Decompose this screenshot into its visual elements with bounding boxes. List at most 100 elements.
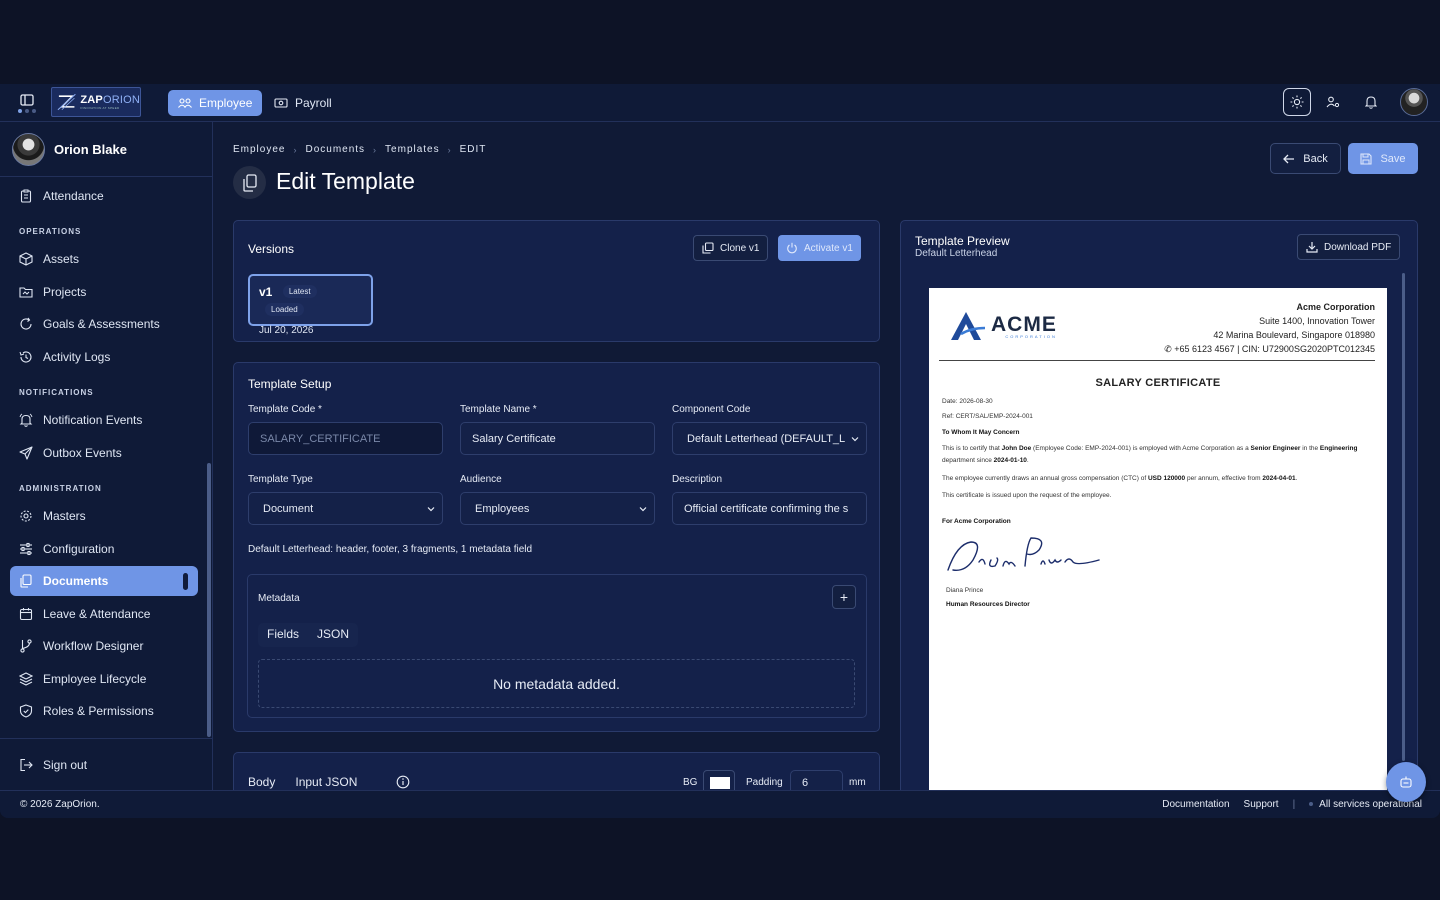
- download-icon: [1306, 242, 1318, 253]
- chat-assistant-button[interactable]: [1386, 762, 1426, 802]
- plus-icon: +: [839, 589, 849, 605]
- user-avatar-button[interactable]: [1400, 88, 1428, 116]
- description-label: Description: [672, 474, 723, 485]
- download-pdf-button[interactable]: Download PDF: [1297, 234, 1401, 260]
- breadcrumb-item[interactable]: Employee: [233, 144, 285, 155]
- clipboard-icon: [20, 189, 32, 203]
- sidebar-scrollbar[interactable]: [207, 463, 211, 737]
- component-code-select[interactable]: Default Letterhead (DEFAULT_L: [672, 422, 867, 455]
- tab-json[interactable]: JSON: [308, 623, 358, 647]
- send-icon: [19, 446, 33, 460]
- acme-logo-text: ACME: [991, 312, 1057, 336]
- sidebar-item-masters[interactable]: Masters: [10, 501, 198, 531]
- bg-color-picker[interactable]: [703, 770, 735, 790]
- audience-value: Employees: [475, 502, 530, 515]
- template-type-select[interactable]: Document: [248, 492, 443, 525]
- sidebar-item-assets[interactable]: Assets: [10, 244, 198, 274]
- description-field[interactable]: Official certificate confirming the s: [672, 492, 867, 525]
- nav-tab-label: Employee: [199, 96, 253, 110]
- logo-main-text: ZAP: [80, 93, 103, 106]
- top-navbar: ZAPORION INNOVATION AT SPEED Employee Pa…: [0, 84, 1440, 122]
- activate-version-button[interactable]: Activate v1: [778, 235, 861, 261]
- bg-label: BG: [683, 777, 698, 788]
- nav-tab-label: Payroll: [295, 96, 332, 110]
- sidebar-toggle-button[interactable]: [12, 89, 42, 117]
- breadcrumb-item[interactable]: Templates: [385, 144, 440, 155]
- sidebar-profile[interactable]: Orion Blake: [0, 122, 212, 177]
- activate-label: Activate v1: [804, 242, 853, 254]
- tab-body[interactable]: Body: [248, 775, 275, 789]
- zaporion-logo[interactable]: ZAPORION INNOVATION AT SPEED: [51, 87, 141, 117]
- tab-fields[interactable]: Fields: [258, 623, 308, 647]
- certificate-paragraph-1: This is to certify that John Doe (Employ…: [942, 445, 1358, 464]
- sidebar-item-label: Attendance: [43, 189, 104, 203]
- support-link[interactable]: Support: [1244, 799, 1279, 810]
- chevron-right-icon: ›: [373, 144, 378, 155]
- signer-title: Human Resources Director: [946, 601, 1030, 608]
- add-metadata-button[interactable]: +: [832, 585, 856, 609]
- template-name-field[interactable]: Salary Certificate: [460, 422, 655, 455]
- setup-title: Template Setup: [248, 377, 332, 391]
- user-switch-icon: [1326, 96, 1340, 108]
- sidebar-item-outbox-events[interactable]: Outbox Events: [10, 438, 198, 468]
- footer-links: Documentation Support | All services ope…: [1162, 799, 1422, 810]
- nav-tab-payroll[interactable]: Payroll: [264, 90, 342, 116]
- sidebar-item-label: Goals & Assessments: [43, 317, 160, 331]
- version-chip-v1[interactable]: v1 Latest Loaded Jul 20, 2026: [248, 274, 373, 336]
- sidebar-item-workflow-designer[interactable]: Workflow Designer: [10, 631, 198, 661]
- padding-input[interactable]: 6: [790, 770, 843, 790]
- metadata-empty-state: No metadata added.: [258, 659, 855, 708]
- sidebar-item-label: Workflow Designer: [43, 639, 144, 653]
- breadcrumb-item[interactable]: Documents: [305, 144, 365, 155]
- info-icon[interactable]: [396, 775, 410, 789]
- company-address-2: 42 Marina Boulevard, Singapore 018980: [1213, 330, 1375, 340]
- component-code-label: Component Code: [672, 404, 751, 415]
- latest-badge: Latest: [282, 285, 317, 299]
- sidebar-item-roles-permissions[interactable]: Roles & Permissions: [10, 696, 198, 726]
- sidebar-item-label: Masters: [43, 509, 86, 523]
- version-date: Jul 20, 2026: [259, 325, 314, 336]
- user-switch-button[interactable]: [1319, 88, 1347, 116]
- nav-tab-employee[interactable]: Employee: [168, 90, 263, 116]
- clone-label: Clone v1: [720, 242, 760, 254]
- chevron-down-icon: [851, 437, 859, 442]
- sidebar-item-employee-lifecycle[interactable]: Employee Lifecycle: [10, 664, 198, 694]
- tab-input-json[interactable]: Input JSON: [295, 775, 357, 789]
- component-code-value: Default Letterhead (DEFAULT_L: [687, 432, 845, 445]
- audience-select[interactable]: Employees: [460, 492, 655, 525]
- main-content: Employee › Documents › Templates › EDIT Edi…: [213, 122, 1440, 790]
- status-dot-icon: [1309, 802, 1314, 807]
- documentation-link[interactable]: Documentation: [1162, 799, 1229, 810]
- sidebar-item-documents[interactable]: Documents: [10, 566, 198, 596]
- sign-out-button[interactable]: Sign out: [10, 750, 198, 780]
- users-icon: [178, 98, 192, 108]
- page-title-icon: [233, 166, 266, 199]
- sidebar-item-activity-logs[interactable]: Activity Logs: [10, 342, 198, 372]
- back-button[interactable]: Back: [1270, 143, 1341, 174]
- sidebar-item-notification-events[interactable]: Notification Events: [10, 405, 198, 435]
- sidebar-item-attendance[interactable]: Attendance: [10, 181, 198, 211]
- sidebar-item-configuration[interactable]: Configuration: [10, 534, 198, 564]
- logo-accent-text: ORION: [102, 93, 140, 106]
- chevron-down-icon: [639, 507, 647, 512]
- copy-icon: [702, 242, 714, 254]
- save-button[interactable]: Save: [1348, 143, 1418, 174]
- clone-version-button[interactable]: Clone v1: [693, 235, 769, 261]
- sidebar-item-goals[interactable]: Goals & Assessments: [10, 309, 198, 339]
- sidebar-item-label: Sign out: [43, 758, 88, 772]
- theme-toggle-button[interactable]: [1283, 88, 1311, 116]
- notifications-button[interactable]: [1357, 88, 1385, 116]
- sidebar-item-label: Roles & Permissions: [43, 704, 154, 718]
- chevron-down-icon: [427, 507, 435, 512]
- sidebar-item-projects[interactable]: Projects: [10, 277, 198, 307]
- box-icon: [19, 252, 33, 266]
- sidebar-item-label: Assets: [43, 252, 80, 266]
- template-name-value: Salary Certificate: [472, 432, 556, 445]
- footer-divider: |: [1292, 799, 1296, 810]
- versions-title: Versions: [248, 242, 295, 256]
- sidebar-item-leave-attendance[interactable]: Leave & Attendance: [10, 599, 198, 629]
- cash-icon: [274, 98, 288, 108]
- calendar-icon: [19, 608, 33, 621]
- audience-label: Audience: [460, 474, 502, 485]
- preview-scrollbar[interactable]: [1402, 273, 1405, 761]
